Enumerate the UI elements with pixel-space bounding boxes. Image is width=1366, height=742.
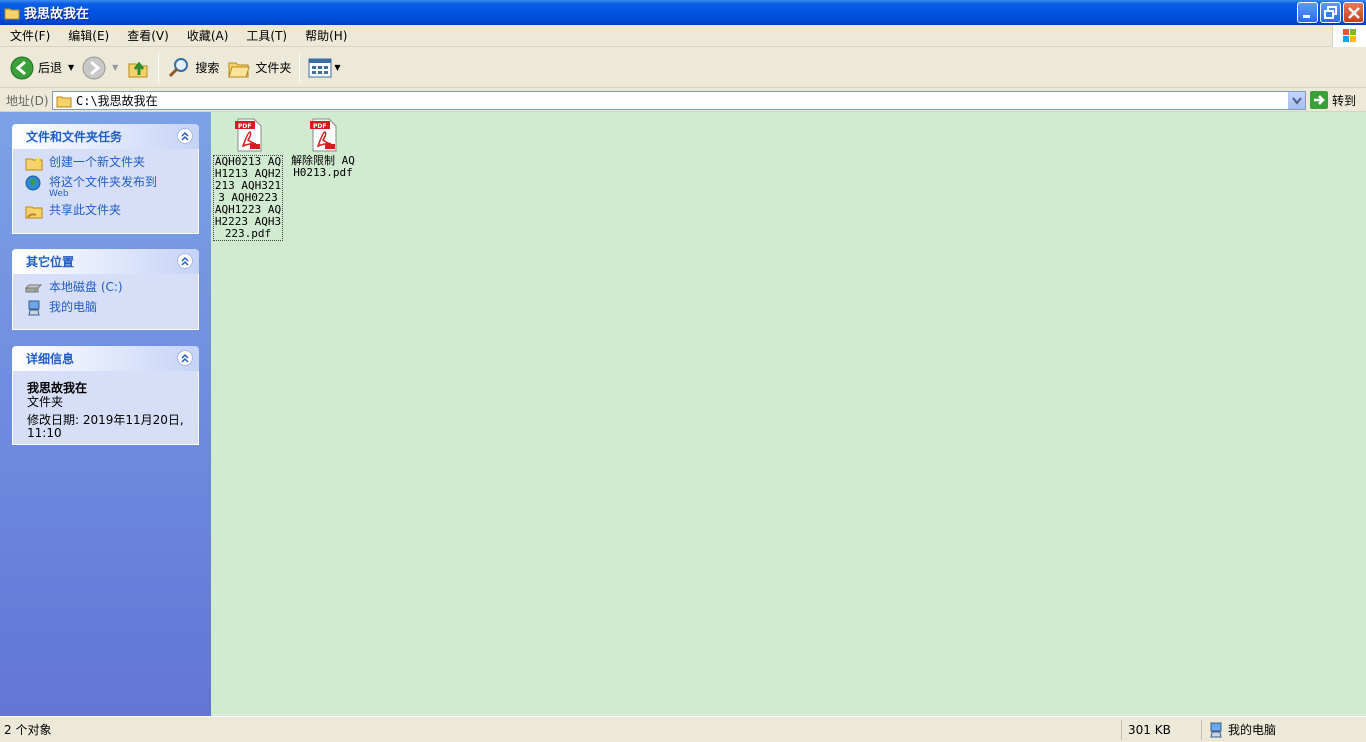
folders-button[interactable]: 文件夹 (223, 52, 295, 84)
file-name: 解除限制 AQH0213.pdf (291, 154, 355, 179)
chevron-down-icon (1292, 96, 1302, 105)
minimize-button[interactable] (1297, 2, 1318, 23)
details-title: 详细信息 (26, 352, 75, 366)
back-dropdown-icon[interactable]: ▼ (68, 63, 74, 72)
details-modified-2: 11:10 (27, 426, 62, 440)
new-folder-icon (25, 156, 43, 171)
forward-arrow-icon (82, 56, 106, 79)
back-label: 后退 (38, 61, 63, 75)
folder-icon (4, 6, 20, 20)
file-list-view[interactable]: PDF AQH0213 AQH1213 AQH2213 AQH3213 AQH0… (211, 112, 1366, 716)
back-button[interactable]: 后退 ▼ (6, 52, 78, 84)
folders-icon (228, 62, 251, 77)
menu-file[interactable]: 文件(F) (0, 27, 58, 44)
pdf-icon: PDF (307, 118, 339, 152)
task-publish-web-label: 将这个文件夹发布到 (49, 175, 158, 189)
restore-button[interactable] (1320, 2, 1341, 23)
status-count: 2 个对象 (0, 719, 1122, 740)
address-input[interactable]: C:\我思故我在 (52, 91, 1306, 110)
details-header[interactable]: 详细信息 (12, 346, 199, 371)
task-publish-web[interactable]: 将这个文件夹发布到 Web (25, 175, 198, 199)
other-places-header[interactable]: 其它位置 (12, 249, 199, 274)
go-label: 转到 (1332, 93, 1357, 108)
other-places-title: 其它位置 (26, 255, 75, 269)
toolbar: 后退 ▼ ▼ 搜索 文件夹 ▼ (0, 48, 1366, 88)
toolbar-separator (299, 52, 301, 83)
menu-view[interactable]: 查看(V) (117, 27, 177, 44)
collapse-icon[interactable] (177, 350, 193, 366)
menu-favorites[interactable]: 收藏(A) (177, 27, 237, 44)
task-new-folder[interactable]: 创建一个新文件夹 (25, 155, 198, 171)
place-my-computer[interactable]: 我的电脑 (25, 300, 198, 316)
menu-edit[interactable]: 编辑(E) (58, 27, 117, 44)
place-my-computer-label: 我的电脑 (49, 300, 98, 314)
place-local-disk-label: 本地磁盘 (C:) (49, 280, 123, 294)
address-dropdown-button[interactable] (1288, 92, 1305, 109)
up-button[interactable] (122, 52, 154, 84)
views-icon (308, 58, 332, 77)
task-share-folder-label: 共享此文件夹 (49, 203, 122, 217)
svg-text:PDF: PDF (238, 123, 251, 130)
file-tasks-panel: 文件和文件夹任务 创建一个新文件夹 将这个文件夹发布到 Web 共享此文件夹 (12, 124, 199, 234)
search-button[interactable]: 搜索 (163, 52, 223, 84)
menu-help[interactable]: 帮助(H) (295, 27, 355, 44)
go-arrow-icon (1310, 91, 1328, 109)
go-button[interactable]: 转到 (1310, 91, 1356, 109)
other-places-panel: 其它位置 本地磁盘 (C:) 我的电脑 (12, 249, 199, 330)
details-type: 文件夹 (27, 395, 64, 409)
status-location: 我的电脑 (1202, 720, 1362, 740)
task-share-folder[interactable]: 共享此文件夹 (25, 203, 198, 219)
back-arrow-icon (10, 56, 34, 79)
details-name: 我思故我在 (27, 381, 88, 395)
status-size: 301 KB (1122, 719, 1202, 740)
file-tasks-header[interactable]: 文件和文件夹任务 (12, 124, 199, 149)
views-button[interactable]: ▼ (304, 52, 344, 84)
file-item[interactable]: PDF 解除限制 AQH0213.pdf (288, 118, 358, 179)
status-location-label: 我的电脑 (1228, 723, 1277, 737)
address-label: 地址(D) (6, 93, 49, 108)
search-icon (169, 57, 189, 77)
task-publish-web-sub: Web (49, 189, 69, 199)
file-tasks-title: 文件和文件夹任务 (26, 130, 123, 144)
window-title: 我思故我在 (24, 7, 90, 22)
file-name: AQH0213 AQH1213 AQH2213 AQH3213 AQH0223 … (213, 155, 283, 241)
collapse-icon[interactable] (177, 128, 193, 144)
search-label: 搜索 (195, 61, 220, 75)
folder-icon (56, 96, 72, 107)
file-item[interactable]: PDF AQH0213 AQH1213 AQH2213 AQH3213 AQH0… (213, 118, 283, 241)
status-bar: 2 个对象 301 KB 我的电脑 (0, 716, 1366, 742)
task-pane: 文件和文件夹任务 创建一个新文件夹 将这个文件夹发布到 Web 共享此文件夹 其… (0, 112, 211, 716)
title-bar: 我思故我在 (0, 0, 1366, 25)
my-computer-icon (28, 300, 40, 316)
details-panel: 详细信息 我思故我在 文件夹 修改日期: 2019年11月20日, 11:10 (12, 346, 199, 445)
svg-text:PDF: PDF (313, 123, 326, 130)
menu-tools[interactable]: 工具(T) (236, 27, 295, 44)
views-dropdown-icon[interactable]: ▼ (334, 63, 340, 72)
share-folder-icon (25, 206, 43, 219)
collapse-icon[interactable] (177, 253, 193, 269)
forward-button[interactable]: ▼ (78, 52, 122, 84)
drive-icon (25, 284, 43, 293)
folder-up-icon (128, 61, 148, 77)
address-value: C:\我思故我在 (76, 94, 158, 108)
windows-logo-icon (1332, 25, 1366, 47)
forward-dropdown-icon[interactable]: ▼ (112, 63, 118, 72)
folders-label: 文件夹 (255, 61, 292, 75)
toolbar-separator (158, 52, 160, 83)
task-new-folder-label: 创建一个新文件夹 (49, 155, 146, 169)
my-computer-icon (1210, 722, 1222, 737)
menu-bar: 文件(F) 编辑(E) 查看(V) 收藏(A) 工具(T) 帮助(H) (0, 25, 1366, 47)
place-local-disk[interactable]: 本地磁盘 (C:) (25, 280, 198, 296)
pdf-icon: PDF (232, 118, 264, 152)
publish-web-icon (25, 175, 41, 191)
close-button[interactable] (1343, 2, 1364, 23)
address-bar: 地址(D) C:\我思故我在 转到 (0, 89, 1366, 112)
